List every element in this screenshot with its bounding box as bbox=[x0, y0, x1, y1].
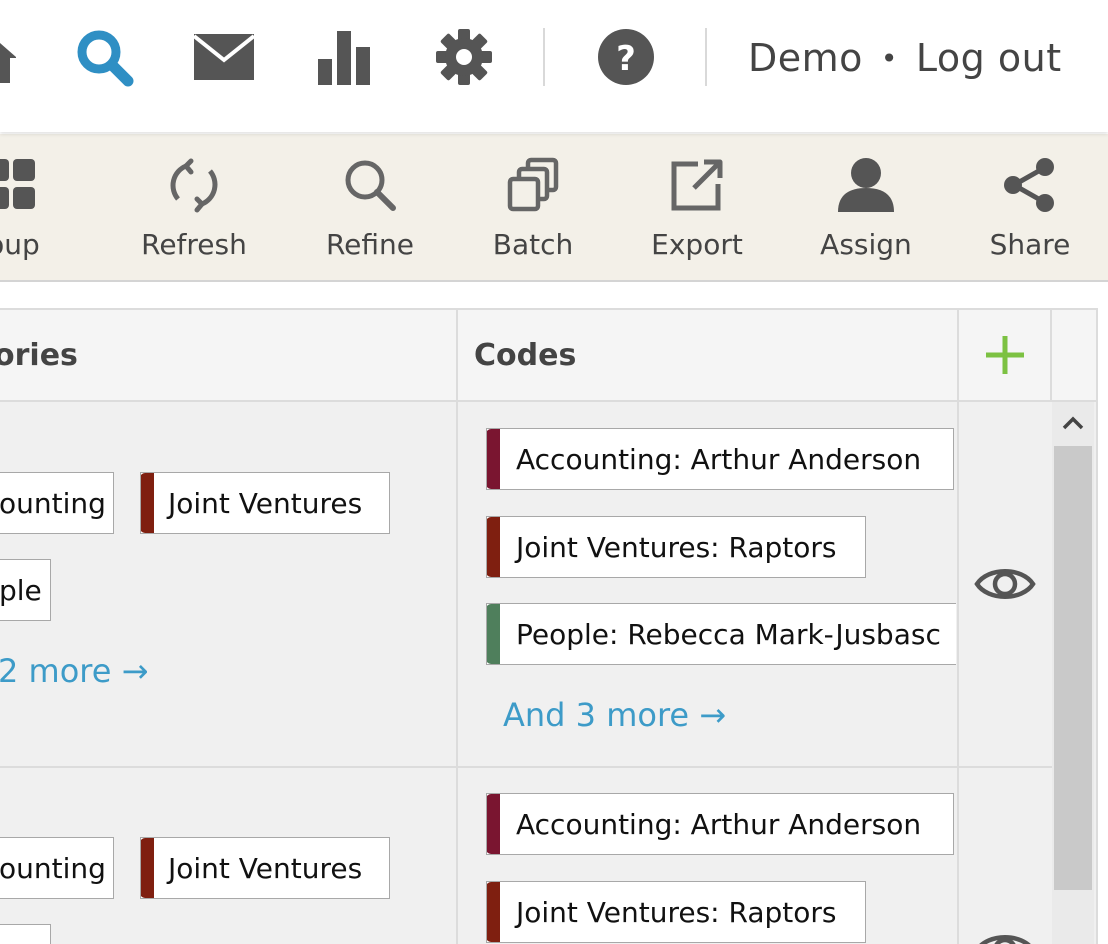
assign-button[interactable]: Assign bbox=[810, 134, 922, 280]
batch-button[interactable]: Batch bbox=[480, 134, 586, 280]
refine-label: Refine bbox=[325, 228, 415, 261]
share-button[interactable]: Share bbox=[978, 134, 1082, 280]
bar-chart-icon[interactable] bbox=[312, 26, 376, 88]
code-tag-label: Joint Ventures: Raptors bbox=[516, 895, 837, 929]
refresh-button[interactable]: Refresh bbox=[130, 134, 258, 280]
assign-label: Assign bbox=[820, 228, 912, 261]
scrollbar-thumb[interactable] bbox=[1054, 446, 1092, 890]
code-tag[interactable]: Joint Ventures: Raptors bbox=[486, 516, 866, 578]
nav-divider bbox=[705, 28, 707, 86]
user-icon bbox=[836, 154, 896, 216]
code-tag[interactable]: People: Rebecca Mark-Jusbasc bbox=[486, 603, 956, 665]
chevron-up-icon bbox=[1062, 416, 1084, 430]
action-toolbar: roup Refresh Refine Batch Export bbox=[0, 134, 1108, 282]
categories-more-link[interactable]: 2 more → bbox=[0, 652, 148, 690]
category-tag-label: ple bbox=[0, 573, 42, 607]
code-tag[interactable]: Accounting: Arthur Anderson bbox=[486, 793, 954, 855]
gear-icon[interactable] bbox=[432, 26, 496, 88]
code-tag[interactable]: Joint Ventures: Raptors bbox=[486, 881, 866, 943]
codes-more-link[interactable]: And 3 more → bbox=[503, 696, 726, 734]
column-divider bbox=[1050, 310, 1052, 402]
export-label: Export bbox=[651, 228, 743, 261]
category-tag[interactable]: Joint Ventures bbox=[140, 837, 390, 899]
category-tag[interactable]: ple bbox=[0, 559, 51, 621]
categories-column-header[interactable]: ories bbox=[0, 310, 450, 400]
group-label: roup bbox=[0, 228, 40, 261]
code-tag-label: People: Rebecca Mark-Jusbasc bbox=[516, 617, 941, 651]
column-divider bbox=[957, 310, 959, 944]
top-navigation: ? Demo • Log out bbox=[0, 0, 1108, 132]
view-record-button[interactable] bbox=[960, 918, 1050, 944]
code-color-band bbox=[487, 429, 500, 489]
vertical-scrollbar[interactable] bbox=[1052, 402, 1094, 944]
category-color-band bbox=[141, 473, 154, 533]
username-link[interactable]: Demo bbox=[748, 36, 863, 80]
copy-icon bbox=[506, 154, 560, 216]
eye-icon bbox=[974, 569, 1036, 599]
codes-column-header[interactable]: Codes bbox=[474, 310, 954, 400]
category-tag-label: Joint Ventures bbox=[168, 851, 363, 885]
view-record-button[interactable] bbox=[960, 552, 1050, 616]
mail-icon[interactable] bbox=[192, 26, 256, 88]
nav-divider bbox=[543, 28, 545, 86]
help-icon[interactable]: ? bbox=[596, 26, 656, 88]
code-color-band bbox=[487, 604, 500, 664]
magnifier-icon bbox=[341, 154, 399, 216]
code-color-band bbox=[487, 517, 500, 577]
batch-label: Batch bbox=[492, 228, 574, 261]
code-tag-label: Accounting: Arthur Anderson bbox=[516, 807, 922, 841]
refine-button[interactable]: Refine bbox=[314, 134, 426, 280]
table-header: ories Codes bbox=[0, 310, 1096, 402]
category-tag[interactable]: ounting bbox=[0, 837, 114, 899]
external-link-icon bbox=[668, 154, 726, 216]
code-color-band bbox=[487, 882, 500, 942]
svg-text:?: ? bbox=[616, 39, 636, 79]
code-tag-label: Accounting: Arthur Anderson bbox=[516, 442, 922, 476]
home-icon[interactable] bbox=[0, 26, 16, 88]
results-table: ories Codes ounting Joint Ventures ple 2… bbox=[0, 308, 1098, 944]
category-tag[interactable]: ounting bbox=[0, 472, 114, 534]
search-icon[interactable] bbox=[72, 26, 136, 88]
user-separator: • bbox=[880, 41, 898, 75]
user-area: Demo • Log out bbox=[748, 30, 1062, 86]
group-button[interactable]: roup bbox=[0, 134, 72, 280]
code-tag-label: Joint Ventures: Raptors bbox=[516, 530, 837, 564]
code-color-band bbox=[487, 794, 500, 854]
table-row: ounting Joint Ventures Accounting: Arthu… bbox=[0, 768, 1052, 944]
category-tag-label: Joint Ventures bbox=[168, 486, 363, 520]
category-color-band bbox=[141, 838, 154, 898]
share-icon bbox=[1000, 154, 1060, 216]
scroll-up-button[interactable] bbox=[1052, 402, 1094, 444]
table-row: ounting Joint Ventures ple 2 more → Acco… bbox=[0, 402, 1052, 768]
logout-link[interactable]: Log out bbox=[916, 36, 1062, 80]
category-tag-label: ounting bbox=[0, 851, 106, 885]
category-tag[interactable]: Joint Ventures bbox=[140, 472, 390, 534]
add-column-button[interactable] bbox=[960, 310, 1050, 400]
category-tag[interactable] bbox=[0, 924, 51, 944]
refresh-label: Refresh bbox=[141, 228, 247, 261]
plus-icon bbox=[986, 336, 1024, 374]
column-divider bbox=[456, 310, 458, 944]
code-tag[interactable]: Accounting: Arthur Anderson bbox=[486, 428, 954, 490]
export-button[interactable]: Export bbox=[640, 134, 754, 280]
category-tag-label: ounting bbox=[0, 486, 106, 520]
share-label: Share bbox=[989, 228, 1071, 261]
refresh-icon bbox=[164, 154, 224, 216]
grid-icon bbox=[0, 154, 59, 216]
